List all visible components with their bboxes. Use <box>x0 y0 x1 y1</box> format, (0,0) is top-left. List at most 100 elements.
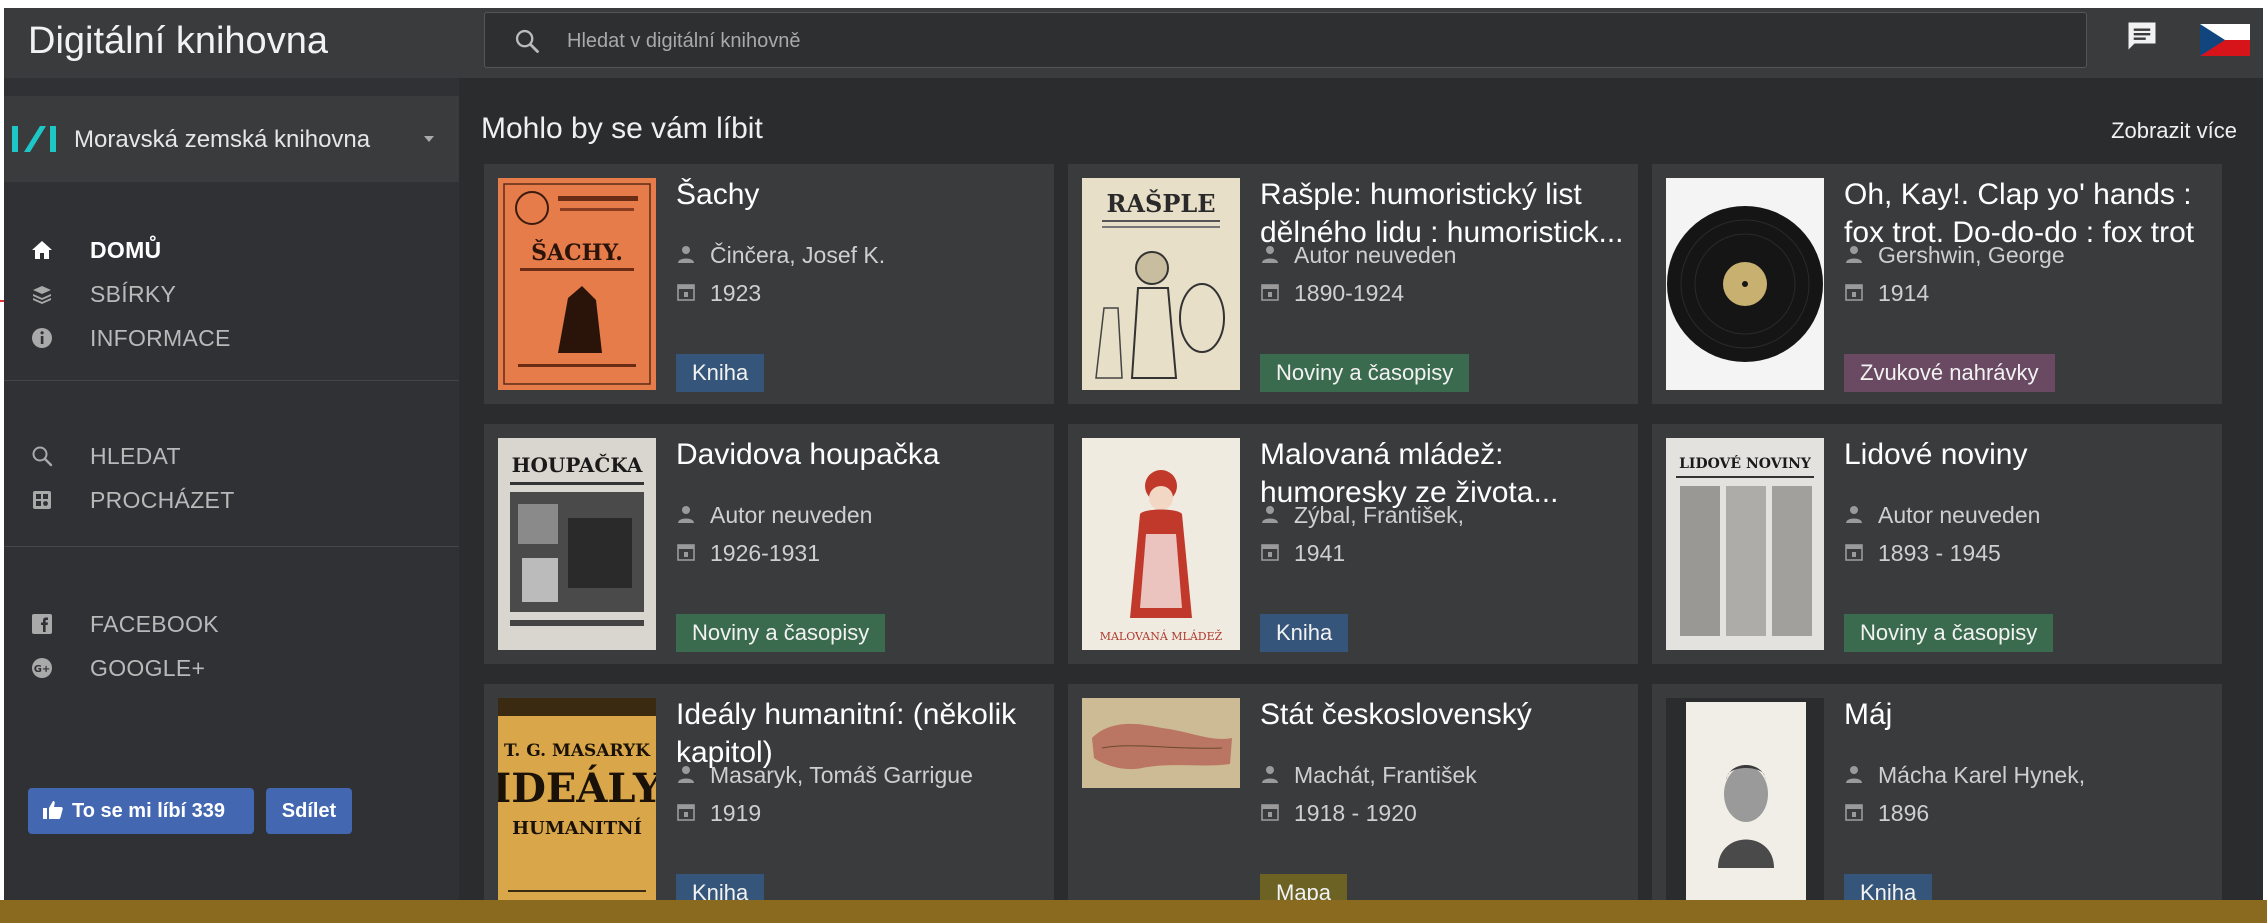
type-badge[interactable]: Kniha <box>676 354 765 392</box>
result-card[interactable]: LIDOVÉ NOVINY Lidové noviny Autor neuved… <box>1652 424 2222 664</box>
sidebar-item-browse[interactable]: PROCHÁZET <box>4 474 459 526</box>
cover-thumbnail: T. G. MASARYK IDEÁLY HUMANITNÍ <box>498 698 656 910</box>
card-year: 1926-1931 <box>710 540 820 566</box>
calendar-icon <box>1845 544 1863 561</box>
author-icon <box>1846 766 1862 783</box>
cover-title-text: T. G. MASARYK <box>504 741 651 761</box>
card-author: Činčera, Josef K. <box>710 242 886 268</box>
search-icon <box>32 446 53 467</box>
calendar-icon <box>677 284 695 301</box>
sidebar-item-info[interactable]: INFORMACE <box>4 312 459 364</box>
result-card[interactable]: HOUPAČKA Davidova houpačka Autor neuvede… <box>484 424 1054 664</box>
card-title: Šachy <box>676 178 760 211</box>
cover-thumbnail <box>1082 698 1240 788</box>
sidebar-item-label: SBÍRKY <box>90 281 177 307</box>
collections-icon <box>33 286 51 304</box>
card-author: Autor neuveden <box>1878 502 2041 528</box>
result-card[interactable]: T. G. MASARYK IDEÁLY HUMANITNÍ Ideály hu… <box>484 684 1054 916</box>
type-badge[interactable]: Noviny a časopisy <box>676 614 886 652</box>
card-author: Machát, František <box>1294 762 1477 788</box>
chat-icon[interactable] <box>2124 18 2160 54</box>
card-title: Malovaná mládež: humoresky ze života... <box>1260 438 1559 509</box>
card-title: Ideály humanitní: (několik kapitol) <box>676 698 1017 769</box>
search-input[interactable] <box>567 21 2067 61</box>
browse-icon <box>33 491 51 509</box>
author-icon <box>1262 246 1278 263</box>
card-title: Oh, Kay!. Clap yo' hands : fox trot. Do-… <box>1844 178 2195 249</box>
bottom-strip <box>0 900 2267 923</box>
card-author: Autor neuveden <box>1294 242 1457 268</box>
card-author: Masaryk, Tomáš Garrigue <box>710 762 973 788</box>
sidebar: Moravská zemská knihovna DOMŮ SBÍRKY INF… <box>4 78 459 916</box>
app-window: Digitální knihovna M <box>4 8 2263 916</box>
cover-thumbnail: ŠACHY. <box>498 178 656 390</box>
card-year: 1923 <box>710 280 762 306</box>
sidebar-item-googleplus[interactable]: G+ GOOGLE+ <box>4 642 459 694</box>
cover-thumbnail: MALOVANÁ MLÁDEŽ <box>1082 438 1240 650</box>
author-icon <box>678 246 694 263</box>
card-author: Autor neuveden <box>710 502 873 528</box>
chevron-down-icon <box>424 136 434 142</box>
type-badge[interactable]: Zvukové nahrávky <box>1844 354 2055 392</box>
facebook-icon <box>32 614 52 634</box>
card-title: Davidova houpačka <box>676 438 940 471</box>
author-icon <box>1262 506 1278 523</box>
sidebar-item-label: GOOGLE+ <box>90 655 206 681</box>
library-logo-icon <box>12 126 56 152</box>
search-box[interactable] <box>484 12 2087 68</box>
library-selector[interactable]: Moravská zemská knihovna <box>4 96 459 182</box>
thumbs-up-icon <box>43 801 63 819</box>
result-card[interactable]: RAŠPLE Rašple: humoristický list dělného… <box>1068 164 1638 404</box>
card-year: 1918 - 1920 <box>1294 800 1417 826</box>
sidebar-item-label: INFORMACE <box>90 325 231 351</box>
result-card[interactable]: ŠACHY. Šachy Činčera, Josef K. 1923 Knih… <box>484 164 1054 404</box>
search-icon <box>515 29 539 53</box>
google-plus-icon: G+ <box>32 658 52 678</box>
cover-title-text: HUMANITNÍ <box>512 816 642 839</box>
main-content: Mohlo by se vám líbit Zobrazit více ŠACH… <box>459 78 2263 916</box>
card-author: Gershwin, George <box>1878 242 2065 268</box>
home-icon <box>32 241 52 259</box>
type-badge[interactable]: Noviny a časopisy <box>1844 614 2054 652</box>
cover-thumbnail: HOUPAČKA <box>498 438 656 650</box>
sidebar-item-label: FACEBOOK <box>90 611 219 637</box>
card-title: Lidové noviny <box>1844 438 2028 471</box>
card-year: 1914 <box>1878 280 1930 306</box>
sidebar-divider <box>4 546 459 547</box>
card-year: 1890-1924 <box>1294 280 1404 306</box>
type-badge[interactable]: Noviny a časopisy <box>1260 354 1470 392</box>
app-title[interactable]: Digitální knihovna <box>28 20 328 63</box>
calendar-icon <box>677 804 695 821</box>
card-title: Rašple: humoristický list dělného lidu :… <box>1260 178 1624 249</box>
cover-title-text: RAŠPLE <box>1106 189 1215 218</box>
czech-flag-icon[interactable] <box>2200 24 2250 56</box>
show-more-link[interactable]: Zobrazit více <box>2111 118 2237 144</box>
card-title: Máj <box>1844 698 1893 731</box>
author-icon <box>678 766 694 783</box>
facebook-like-button[interactable]: To se mi líbí 339 <box>28 788 254 834</box>
result-card[interactable]: Stát československý Machát, František 19… <box>1068 684 1638 916</box>
facebook-share-button[interactable]: Sdílet <box>266 788 352 834</box>
top-bar: Digitální knihovna <box>4 8 2263 78</box>
card-author: Zýbal, František, <box>1294 502 1464 528</box>
sidebar-item-label: PROCHÁZET <box>90 487 235 513</box>
section-title: Mohlo by se vám líbit <box>481 112 763 145</box>
result-card[interactable]: Oh, Kay!. Clap yo' hands : fox trot. Do-… <box>1652 164 2222 404</box>
cover-thumbnail: LIDOVÉ NOVINY <box>1666 438 1824 650</box>
author-icon <box>1262 766 1278 783</box>
cover-title-text: ŠACHY. <box>531 239 623 266</box>
calendar-icon <box>1845 284 1863 301</box>
calendar-icon <box>677 544 695 561</box>
cover-thumbnail: RAŠPLE <box>1082 178 1240 390</box>
edge-marker <box>0 300 4 302</box>
calendar-icon <box>1261 544 1279 561</box>
sidebar-item-label: HLEDAT <box>90 443 181 469</box>
type-badge[interactable]: Kniha <box>1260 614 1349 652</box>
card-year: 1896 <box>1878 800 1930 826</box>
card-year: 1919 <box>710 800 762 826</box>
library-name: Moravská zemská knihovna <box>74 126 371 153</box>
card-year: 1893 - 1945 <box>1878 540 2001 566</box>
result-card[interactable]: MALOVANÁ MLÁDEŽ Malovaná mládež: humores… <box>1068 424 1638 664</box>
result-card[interactable]: Máj Mácha Karel Hynek, 1896 Kniha <box>1652 684 2222 916</box>
calendar-icon <box>1261 284 1279 301</box>
